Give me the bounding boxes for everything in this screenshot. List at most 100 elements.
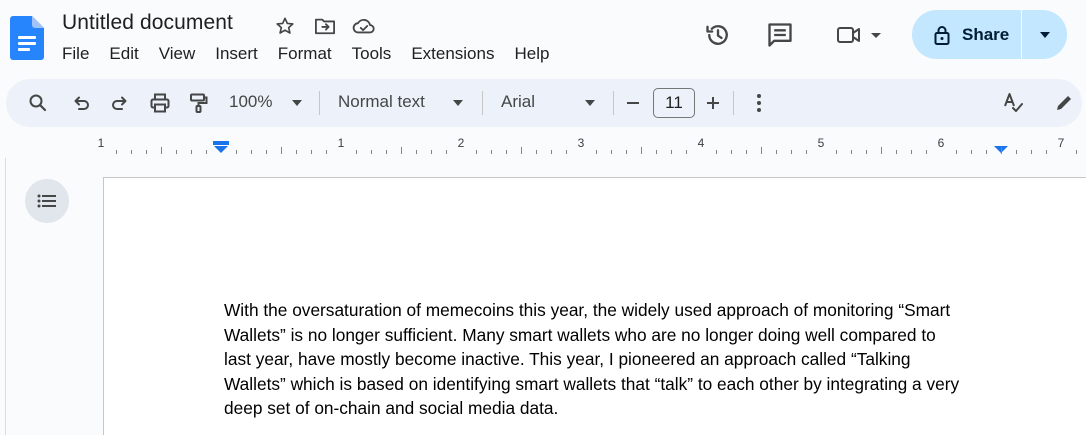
font-size-input[interactable]: 11	[653, 88, 695, 118]
ruler-tick	[806, 150, 807, 154]
ruler-tick	[326, 150, 327, 154]
undo-icon[interactable]	[69, 91, 93, 115]
document-text-line[interactable]: last year, have mostly become inactive. …	[224, 347, 1024, 372]
ruler-tick	[311, 150, 312, 154]
ruler-number: 6	[937, 136, 945, 150]
title-bar: Untitled document File Edit View Insert …	[0, 0, 1086, 76]
ruler-number: 5	[817, 136, 825, 150]
document-text-line[interactable]: Wallets” which is based on identifying s…	[224, 372, 1024, 397]
ruler-tick	[641, 147, 642, 154]
ruler-tick	[1031, 150, 1032, 154]
menu-format[interactable]: Format	[268, 42, 342, 66]
print-icon[interactable]	[148, 91, 172, 115]
toolbar-divider	[733, 91, 734, 115]
ruler-tick	[236, 150, 237, 154]
ruler-tick	[686, 150, 687, 154]
ruler-tick	[116, 150, 117, 154]
ruler-tick	[1001, 147, 1002, 154]
toolbar-divider	[319, 91, 320, 115]
ruler-tick	[956, 150, 957, 154]
menu-view[interactable]: View	[149, 42, 206, 66]
video-call-icon	[837, 27, 860, 43]
menu-file[interactable]: File	[52, 42, 99, 66]
ruler-tick	[536, 150, 537, 154]
ruler-number: 7	[1057, 136, 1065, 150]
ruler-tick	[626, 150, 627, 154]
ruler-tick	[791, 150, 792, 154]
ruler-tick	[881, 147, 882, 154]
ruler-tick	[671, 150, 672, 154]
ruler-tick	[386, 150, 387, 154]
share-label: Share	[962, 24, 1010, 44]
ruler-tick	[476, 150, 477, 154]
spelling-grammar-icon[interactable]	[1002, 91, 1026, 115]
horizontal-ruler[interactable]: 1 1 2 3 4 5 6 7	[0, 132, 1086, 156]
menu-extensions[interactable]: Extensions	[401, 42, 504, 66]
video-call-button[interactable]	[830, 19, 886, 51]
ruler-tick	[191, 150, 192, 154]
ruler-tick	[761, 147, 762, 154]
ruler-tick	[731, 150, 732, 154]
document-text-line[interactable]: Wallets” is no longer sufficient. Many s…	[224, 323, 1024, 348]
move-folder-icon[interactable]	[313, 14, 337, 38]
ruler-tick	[776, 150, 777, 154]
paint-format-icon[interactable]	[187, 91, 211, 115]
paragraph-style-select[interactable]: Normal text	[338, 92, 425, 112]
chevron-down-icon[interactable]	[585, 100, 595, 106]
left-indent-marker[interactable]	[214, 146, 228, 153]
ruler-tick	[446, 150, 447, 154]
editing-mode-icon[interactable]	[1052, 91, 1076, 115]
menu-insert[interactable]: Insert	[205, 42, 268, 66]
comments-icon[interactable]	[764, 19, 796, 51]
redo-icon[interactable]	[108, 91, 132, 115]
ruler-tick	[401, 147, 402, 154]
ruler-tick	[266, 150, 267, 154]
ruler-tick	[551, 150, 552, 154]
chevron-down-icon[interactable]	[453, 100, 463, 106]
ruler-tick	[1016, 150, 1017, 154]
zoom-select[interactable]: 100%	[229, 92, 272, 112]
share-button[interactable]: Share	[912, 10, 1021, 59]
share-button-group: Share	[912, 10, 1067, 59]
document-outline-button[interactable]	[25, 179, 69, 223]
share-options-button[interactable]	[1022, 10, 1067, 59]
ruler-tick	[896, 150, 897, 154]
decrease-font-size-button[interactable]	[621, 91, 645, 115]
first-line-indent-marker[interactable]	[213, 141, 229, 145]
toolbar-divider	[482, 91, 483, 115]
font-family-select[interactable]: Arial	[501, 92, 535, 112]
ruler-tick	[1046, 150, 1047, 154]
document-body[interactable]: With the oversaturation of memecoins thi…	[224, 298, 1024, 421]
menu-edit[interactable]: Edit	[99, 42, 148, 66]
ruler-tick	[131, 150, 132, 154]
ruler-tick	[371, 150, 372, 154]
ruler-tick	[251, 150, 252, 154]
chevron-down-icon[interactable]	[292, 100, 302, 106]
formatting-toolbar: 100% Normal text Arial 11	[6, 79, 1082, 127]
ruler-tick	[656, 150, 657, 154]
ruler-tick	[296, 150, 297, 154]
ruler-number: 1	[337, 136, 345, 150]
version-history-icon[interactable]	[702, 19, 734, 51]
more-options-icon[interactable]	[747, 91, 771, 115]
star-icon[interactable]	[273, 14, 297, 38]
document-title[interactable]: Untitled document	[62, 11, 233, 35]
ruler-tick	[926, 150, 927, 154]
ruler-tick	[1076, 150, 1077, 154]
ruler-tick	[986, 150, 987, 154]
lock-icon	[934, 25, 950, 45]
google-docs-logo[interactable]	[10, 16, 44, 60]
increase-font-size-button[interactable]	[701, 91, 725, 115]
menu-help[interactable]: Help	[504, 42, 559, 66]
document-page[interactable]: With the oversaturation of memecoins thi…	[103, 177, 1086, 435]
menu-tools[interactable]: Tools	[342, 42, 402, 66]
document-text-line[interactable]: deep set of on-chain and social media da…	[224, 396, 1024, 421]
ruler-tick	[356, 150, 357, 154]
ruler-tick	[506, 150, 507, 154]
ruler-tick	[206, 150, 207, 154]
ruler-number: 2	[457, 136, 465, 150]
search-icon[interactable]	[26, 91, 50, 115]
cloud-status-icon[interactable]	[352, 14, 376, 38]
ruler-tick	[176, 150, 177, 154]
document-text-line[interactable]: With the oversaturation of memecoins thi…	[224, 298, 1024, 323]
